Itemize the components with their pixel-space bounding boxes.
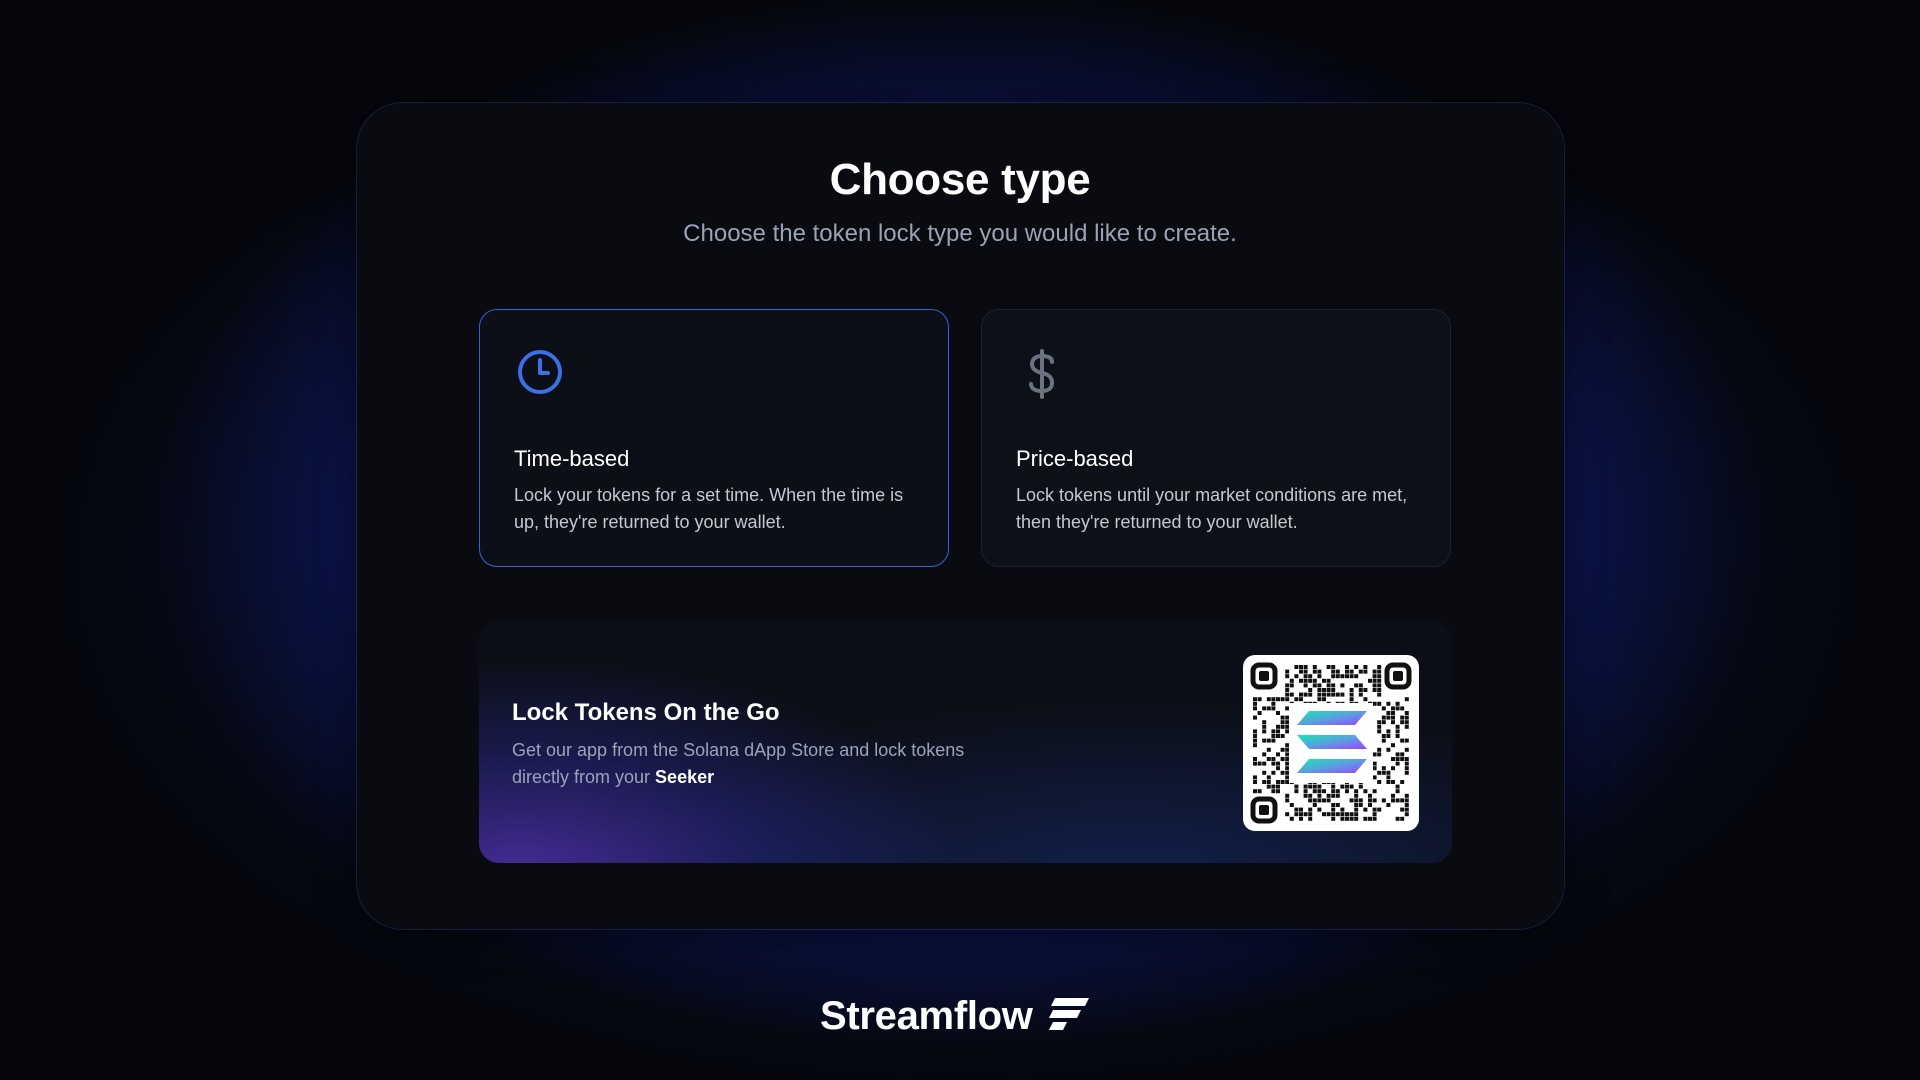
streamflow-logo-icon [1047, 996, 1091, 1037]
promo-device-name: Seeker [655, 767, 715, 787]
mobile-app-promo-banner: Lock Tokens On the Go Get our app from t… [479, 621, 1452, 863]
page-title: Choose type [829, 155, 1091, 204]
promo-description: Get our app from the Solana dApp Store a… [512, 737, 982, 791]
app-download-qr-code[interactable] [1243, 655, 1419, 831]
price-based-option-card[interactable]: Price-based Lock tokens until your marke… [981, 309, 1451, 567]
promo-title: Lock Tokens On the Go [512, 699, 780, 726]
streamflow-brand-logo: Streamflow [820, 990, 1091, 1042]
price-based-title: Price-based [1016, 446, 1134, 471]
price-based-description: Lock tokens until your market conditions… [1016, 485, 1408, 532]
time-based-description: Lock your tokens for a set time. When th… [514, 485, 904, 532]
page-background: Choose type Choose the token lock type y… [0, 0, 1920, 1080]
solana-logo-icon [1297, 711, 1367, 773]
brand-name: Streamflow [820, 993, 1033, 1038]
time-based-title: Time-based [514, 446, 630, 471]
time-based-option-card[interactable]: Time-based Lock your tokens for a set ti… [479, 309, 949, 567]
dollar-icon [1018, 348, 1066, 399]
clock-icon [516, 348, 564, 396]
page-subtitle: Choose the token lock type you would lik… [683, 220, 1237, 247]
promo-text: Get our app from the Solana dApp Store a… [512, 740, 965, 787]
